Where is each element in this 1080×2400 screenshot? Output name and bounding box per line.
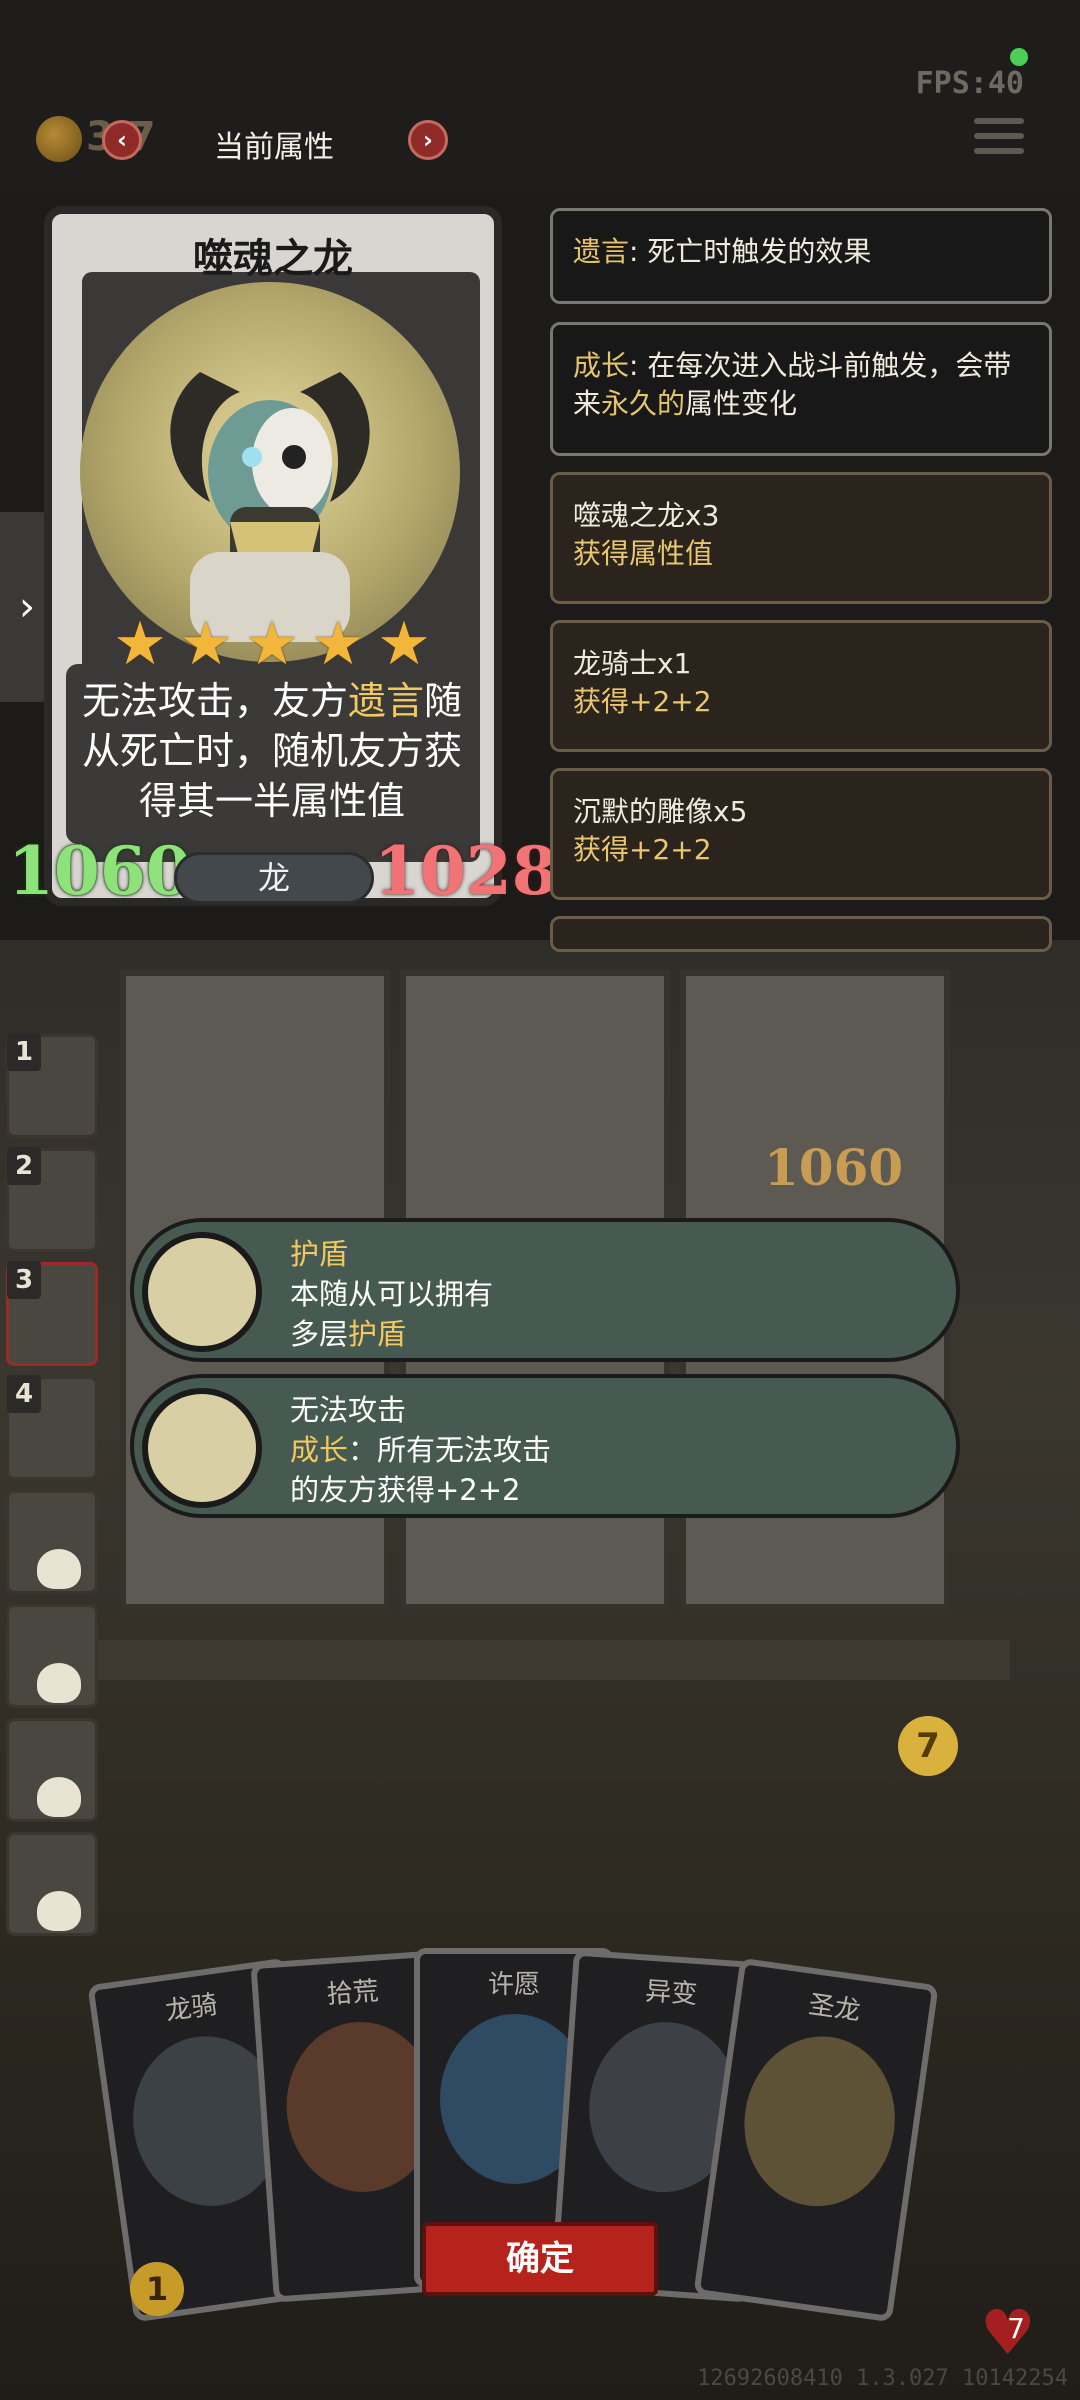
roster-slot-number: 2 bbox=[7, 1147, 41, 1185]
roster-slot[interactable]: 3 bbox=[6, 1261, 98, 1366]
board-health-value: 1060 bbox=[764, 1138, 904, 1197]
top-bar: FPS:40 3 7 ‹ 当前属性 › bbox=[0, 0, 1080, 190]
skull-icon bbox=[37, 1663, 81, 1703]
chevron-right-icon: › bbox=[423, 126, 433, 154]
window-sill bbox=[90, 1640, 1010, 1680]
roster-slot[interactable]: 4 bbox=[6, 1375, 98, 1480]
cannot-attack-tooltip: 无法攻击 成长：所有无法攻击 的友方获得+2+2 bbox=[130, 1374, 960, 1518]
hooded-figure-icon bbox=[142, 1388, 262, 1508]
attribute-source-row: 沉默的雕像x5 获得+2+2 bbox=[550, 768, 1052, 900]
shield-icon bbox=[142, 1232, 262, 1352]
card-description: 无法攻击，友方遗言随从死亡时，随机友方获得其一半属性值 bbox=[81, 679, 463, 823]
skull-icon bbox=[37, 1549, 81, 1589]
chevron-left-icon: ‹ bbox=[117, 126, 127, 154]
status-dot-icon bbox=[1010, 48, 1028, 66]
turn-badge: 7 bbox=[898, 1716, 958, 1776]
roster-slot-number: 3 bbox=[7, 1261, 41, 1299]
roster-slot-number: 4 bbox=[7, 1375, 41, 1413]
keyword-growth-panel: 成长: 在每次进入战斗前触发，会带来永久的属性变化 bbox=[550, 322, 1052, 456]
gold-coin-icon bbox=[36, 116, 82, 162]
roster-slot-dead[interactable] bbox=[6, 1832, 98, 1936]
attribute-source-row bbox=[550, 916, 1052, 952]
life-count: 7 bbox=[1007, 2312, 1025, 2345]
skull-icon bbox=[37, 1891, 81, 1931]
shield-tooltip-text: 护盾 本随从可以拥有 多层护盾 bbox=[290, 1237, 494, 1351]
attack-value: 1060 bbox=[8, 832, 192, 910]
build-id: 12692608410 1.3.027 10142254 bbox=[697, 2366, 1068, 2391]
health-value: 1028 bbox=[374, 832, 558, 910]
confirm-button[interactable]: 确定 bbox=[422, 2222, 658, 2296]
roster-slot-dead[interactable] bbox=[6, 1718, 98, 1822]
keyword-deathrattle-panel: 遗言: 死亡时触发的效果 bbox=[550, 208, 1052, 304]
attribute-source-row: 龙骑士x1 获得+2+2 bbox=[550, 620, 1052, 752]
roster-slot-dead[interactable] bbox=[6, 1604, 98, 1708]
cannot-attack-tooltip-text: 无法攻击 成长：所有无法攻击 的友方获得+2+2 bbox=[290, 1393, 552, 1507]
card-name: 噬魂之龙 bbox=[193, 236, 353, 282]
prev-button[interactable]: ‹ bbox=[102, 120, 142, 160]
shield-tooltip: 护盾 本随从可以拥有 多层护盾 bbox=[130, 1218, 960, 1362]
next-button[interactable]: › bbox=[408, 120, 448, 160]
hamburger-menu-icon[interactable] bbox=[974, 118, 1024, 158]
panel-title: 当前属性 bbox=[214, 130, 334, 165]
hand-card-art bbox=[733, 2026, 906, 2216]
roster-slot-dead[interactable] bbox=[6, 1490, 98, 1594]
chevron-right-icon: › bbox=[19, 584, 35, 630]
dragon-portrait bbox=[80, 282, 460, 662]
chest-count: 1 bbox=[130, 2262, 184, 2316]
skull-icon bbox=[37, 1777, 81, 1817]
roster-slot[interactable]: 2 bbox=[6, 1147, 98, 1252]
roster-slot-number: 1 bbox=[7, 1033, 41, 1071]
attribute-source-row: 噬魂之龙x3 获得属性值 bbox=[550, 472, 1052, 604]
fps-counter: FPS:40 bbox=[915, 66, 1024, 101]
roster-slot[interactable]: 1 bbox=[6, 1033, 98, 1138]
tribe-label: 龙 bbox=[174, 852, 374, 904]
